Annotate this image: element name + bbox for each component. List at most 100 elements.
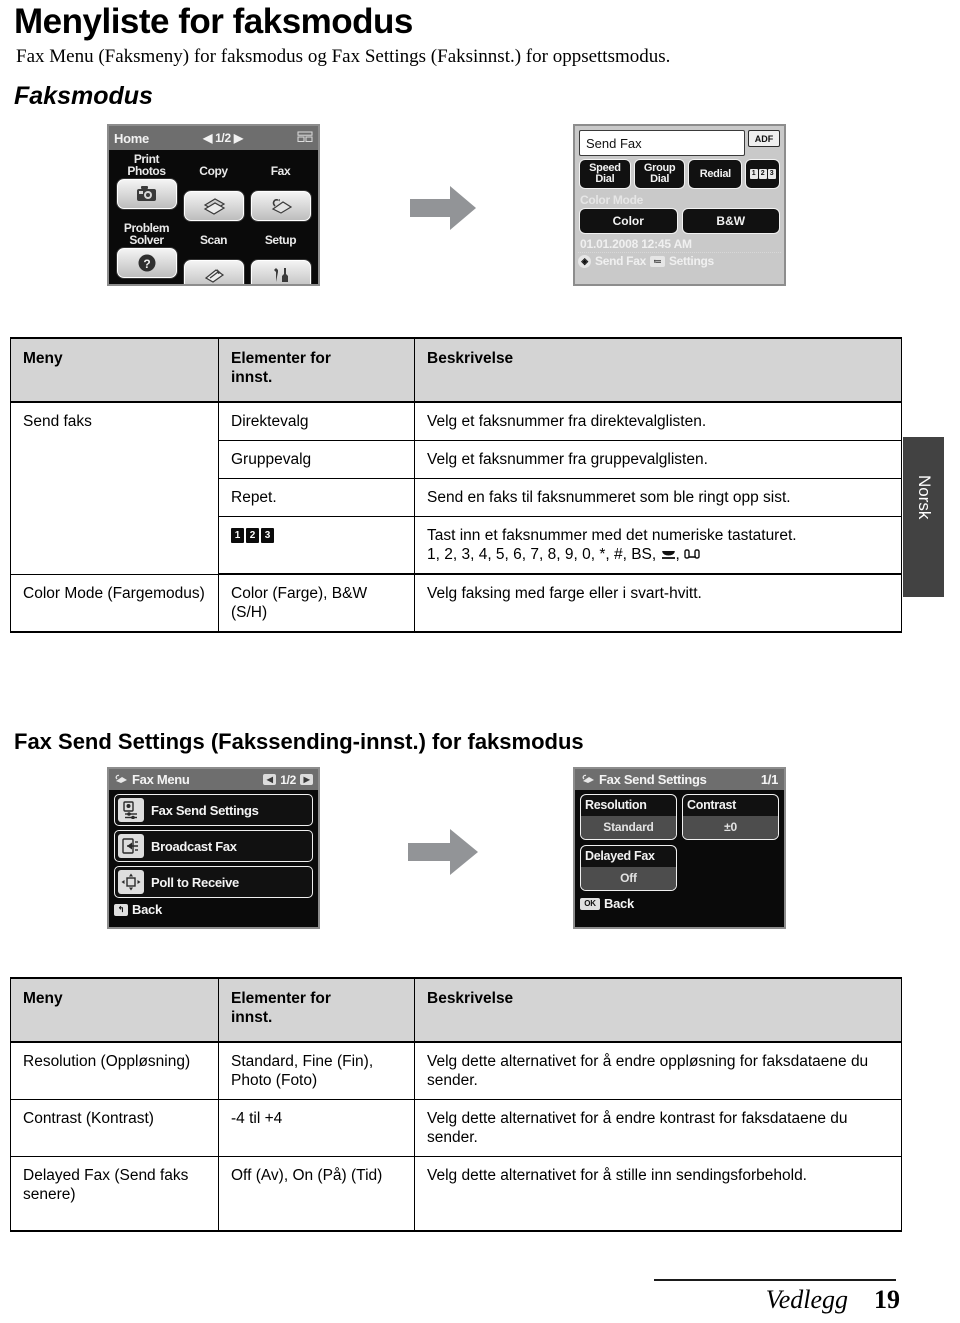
column-header-beskrivelse: Beskrivelse [414,337,902,403]
fax-number-field[interactable]: Send Fax [579,130,745,156]
section-heading-fax-send-settings: Fax Send Settings (Fakssending-innst.) f… [14,729,584,754]
menu-item-fax-send-settings[interactable]: Fax Send Settings [114,794,313,826]
setting-value: ±0 [683,816,778,839]
send-fax-status-bar: ◈ Send Fax ≔ Settings [578,252,781,268]
lcd-fss-titlebar: Fax Send Settings 1/1 [575,769,784,790]
setting-resolution[interactable]: Resolution Standard [580,794,677,840]
lcd-home-screen: Home ◀ 1/2 ▶ Print Photos Copy Fax Probl… [107,124,320,286]
start-button-icon: ◈ [578,254,591,268]
cell-item: Standard, Fine (Fin), Photo (Foto) [218,1041,415,1100]
page-indicator-label: 1/1 [760,772,778,787]
footer: Vedlegg 19 [654,1285,900,1315]
cell-description: Velg dette alternativet for å endre kont… [414,1099,902,1157]
page-indicator-label: 1/2 [280,772,296,787]
scan-button[interactable] [183,260,244,284]
column-header-meny: Meny [10,977,219,1043]
home-item-problem-solver[interactable]: Problem Solver ? [113,221,180,284]
ok-key-icon: OK [580,897,600,910]
fax-button[interactable] [250,191,311,221]
broadcast-fax-icon [118,834,144,858]
lcd-fax-menu-titlebar: Fax Menu ◀ 1/2 ▶ [109,769,318,790]
adf-badge: ADF [748,130,780,147]
send-fax-number-row: Send Fax ADF [575,126,784,156]
copy-icon [202,197,226,215]
lcd-home-page-indicator: ◀ 1/2 ▶ [149,131,297,145]
hyphen-key-icon [684,546,701,559]
fax-send-settings-icon [118,798,144,822]
cell-menu: Resolution (Oppløsning) [10,1041,219,1100]
cell-item: Repet. [218,478,415,517]
back-key-icon: ↰ [114,903,128,916]
menu-button-icon: ≔ [649,255,665,267]
setting-value: Standard [581,816,676,839]
flow-arrow-icon [408,829,478,880]
prev-arrow-icon[interactable]: ◀ [203,131,212,145]
color-mode-color-button[interactable]: Color [579,208,678,234]
language-side-tab: Norsk [903,437,944,597]
home-item-label: Print Photos [127,152,166,178]
setting-delayed-fax[interactable]: Delayed Fax Off [580,845,677,891]
column-header-meny: Meny [10,337,219,403]
problem-solver-button[interactable]: ? [116,248,177,278]
group-dial-button[interactable]: Group Dial [633,159,686,189]
home-item-label: Problem Solver [123,221,170,247]
redial-button[interactable]: Redial [688,159,743,189]
page-indicator-label: 1/2 [215,131,231,145]
home-item-setup[interactable]: Setup [247,221,314,284]
home-item-label: Fax [270,164,291,178]
speed-dial-line2: Dial [595,173,615,185]
back-status[interactable]: OK Back [575,891,784,911]
setting-contrast[interactable]: Contrast ±0 [682,794,779,840]
cell-description: Velg faksing med farge eller i svart-hvi… [414,573,902,633]
menu-item-broadcast-fax[interactable]: Broadcast Fax [114,830,313,862]
menu-item-poll-to-receive[interactable]: Poll to Receive [114,866,313,898]
copy-button[interactable] [183,191,244,221]
home-item-fax[interactable]: Fax [247,152,314,221]
cell-description: Velg dette alternativet for å stille inn… [414,1156,902,1232]
column-header-elementer: Elementer for innst. [218,337,415,403]
print-photos-icon [136,185,158,203]
prev-arrow-icon[interactable]: ◀ [263,774,277,785]
fax-send-settings-table: Meny Elementer for innst. Beskrivelse Res… [10,977,902,1232]
lcd-home-titlebar: Home ◀ 1/2 ▶ [109,126,318,150]
setting-value: Off [581,867,676,890]
lcd-home-title: Home [114,130,149,146]
fax-mode-icon [581,772,595,787]
cell-menu: Contrast (Kontrast) [10,1099,219,1157]
speed-dial-button[interactable]: Speed Dial [579,159,631,189]
back-status[interactable]: ↰ Back [109,898,318,917]
status-send-label: Send Fax [595,254,646,268]
cell-description: Tast inn et faksnummer med det numeriske… [414,516,902,575]
table-header-row: Meny Elementer for innst. Beskrivelse [10,977,902,1043]
next-arrow-icon[interactable]: ▶ [234,131,243,145]
print-photos-button[interactable] [116,179,177,209]
table-row: Contrast (Kontrast) -4 til +4 Velg dette… [10,1099,902,1157]
poll-to-receive-icon [118,870,144,894]
cell-description: Velg et faksnummer fra gruppevalglisten. [414,440,902,479]
keypad-123-icon: 123 [231,528,274,544]
page-title: Menyliste for faksmodus [14,2,413,41]
cell-item: Color (Farge), B&W (S/H) [218,573,415,633]
footer-label: Vedlegg [765,1285,848,1314]
cell-menu: Delayed Fax (Send faks senere) [10,1156,219,1232]
setup-button[interactable] [250,260,311,284]
table-row: Send faks Direktevalg Velg et faksnummer… [10,401,902,575]
fax-mode-icon [114,772,128,787]
home-item-scan[interactable]: Scan [180,221,247,284]
numeric-keypad-button[interactable]: 123 [745,159,781,189]
back-label: Back [604,896,634,911]
section-heading-faksmodus: Faksmodus [14,82,153,110]
color-mode-bw-button[interactable]: B&W [681,208,780,234]
color-mode-label: Color Mode [580,193,643,207]
home-item-print-photos[interactable]: Print Photos [113,152,180,221]
status-settings-label: Settings [668,254,714,268]
group-dial-line2: Dial [650,173,670,185]
column-header-beskrivelse: Beskrivelse [414,977,902,1043]
cell-description: Send en faks til faksnummeret som ble ri… [414,478,902,517]
fax-mode-menu-table: Meny Elementer for innst. Beskrivelse Sen… [10,337,902,633]
memory-card-icon [297,131,313,146]
cell-item: Off (Av), On (På) (Tid) [218,1156,415,1232]
next-arrow-icon[interactable]: ▶ [300,774,313,785]
home-item-label: Setup [264,233,297,247]
home-item-copy[interactable]: Copy [180,152,247,221]
